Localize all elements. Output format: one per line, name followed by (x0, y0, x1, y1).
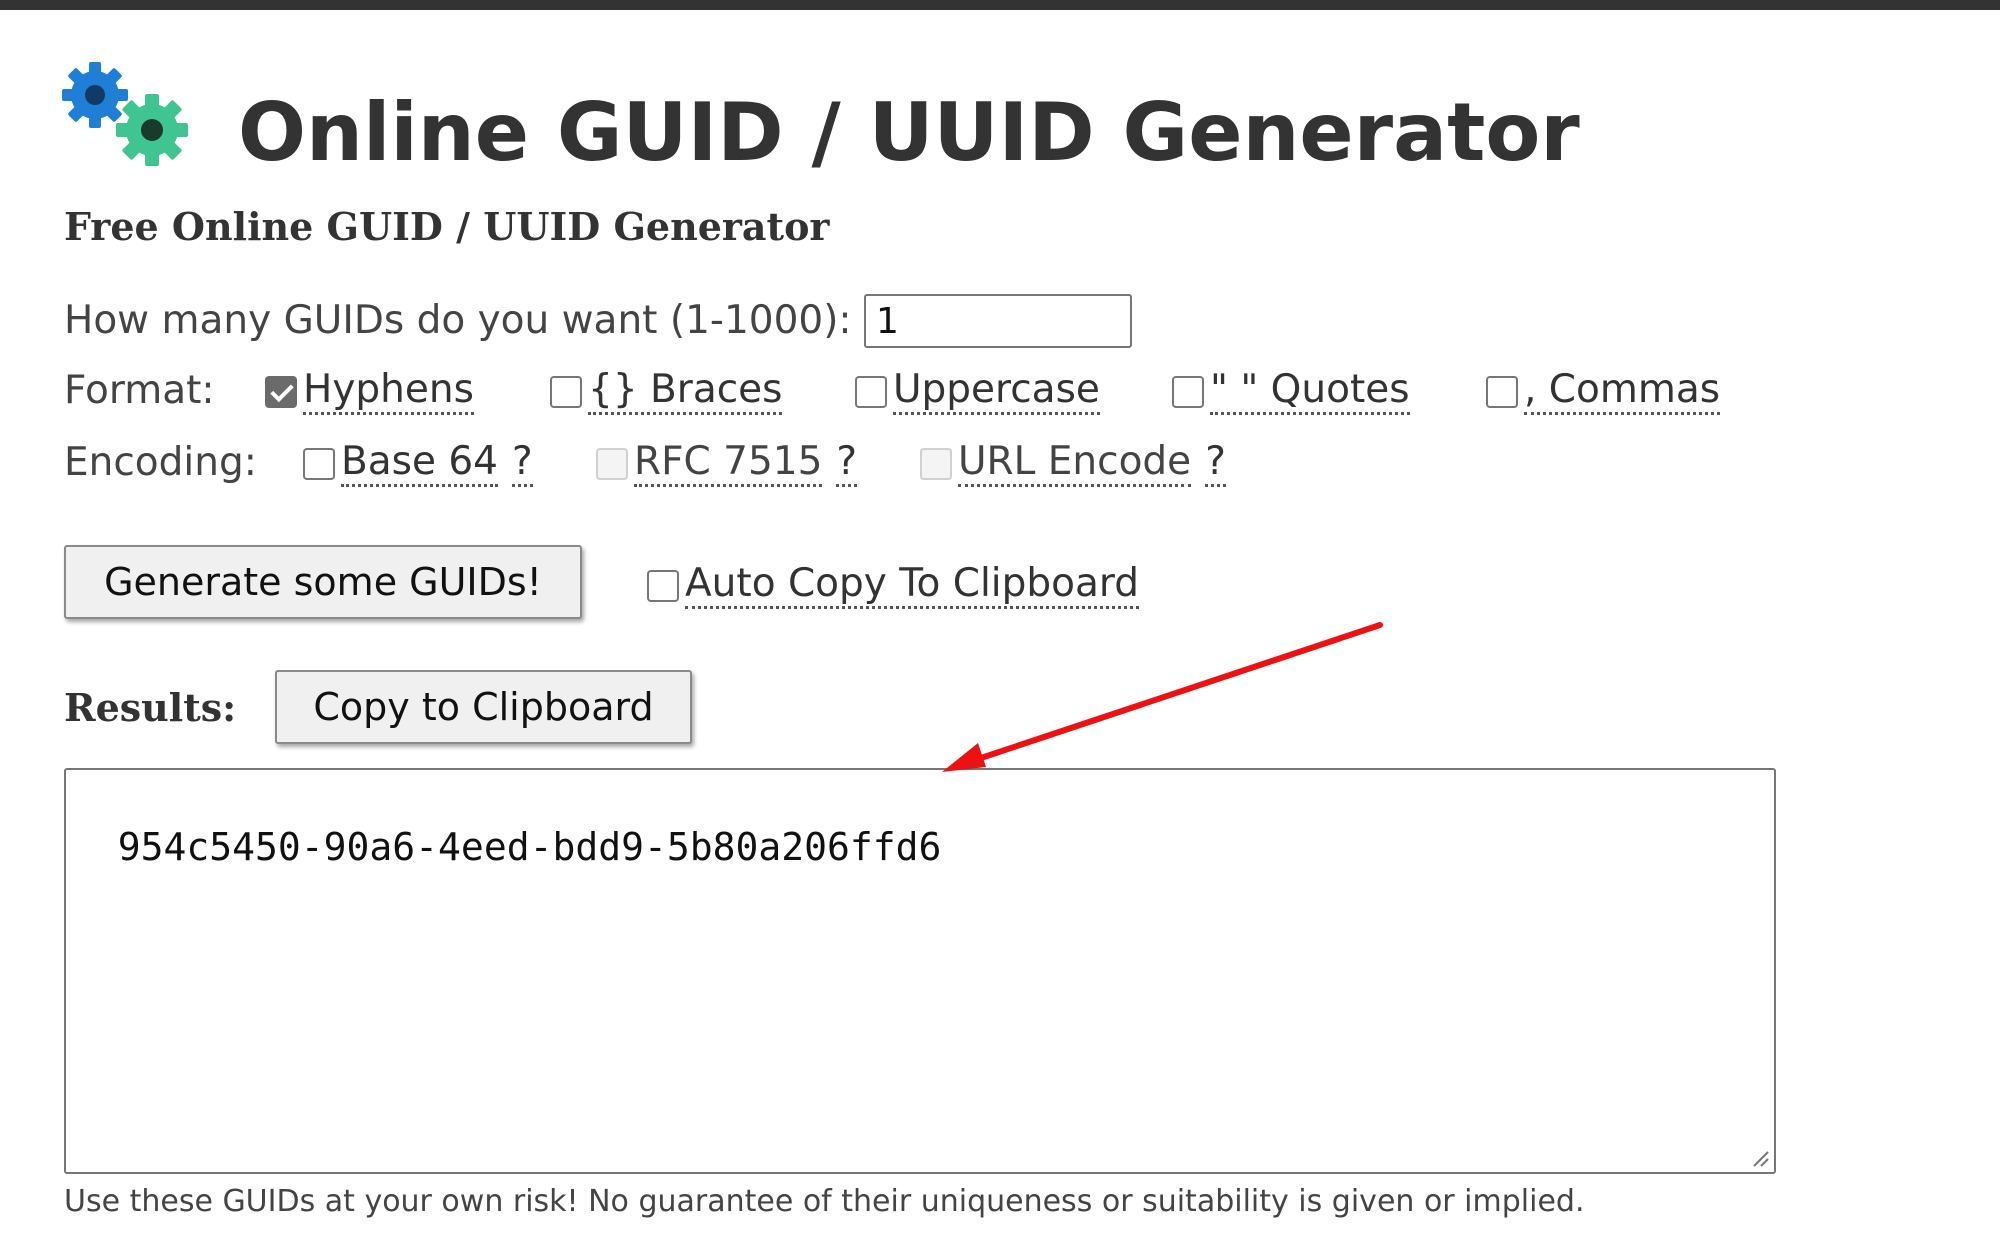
generate-guids-button[interactable]: Generate some GUIDs! (64, 545, 582, 619)
braces-label[interactable]: {} Braces (588, 368, 783, 415)
encoding-label: Encoding: (64, 440, 257, 485)
gears-icon (62, 62, 188, 166)
braces-checkbox[interactable] (550, 375, 582, 408)
page-title: Online GUID / UUID Generator (238, 86, 1580, 179)
encoding-option-rfc7515[interactable]: RFC 7515 ? (596, 440, 858, 487)
format-label: Format: (64, 368, 215, 413)
format-option-hyphens[interactable]: Hyphens (265, 368, 474, 415)
format-option-quotes[interactable]: " " Quotes (1172, 368, 1410, 415)
top-bar (0, 0, 2000, 10)
format-option-braces[interactable]: {} Braces (550, 368, 783, 415)
base64-help-link[interactable]: ? (512, 440, 533, 487)
base64-label[interactable]: Base 64 (341, 440, 498, 487)
disclaimer-text: Use these GUIDs at your own risk! No gua… (64, 1184, 1585, 1219)
encoding-option-base64[interactable]: Base 64 ? (303, 440, 533, 487)
hyphens-checkbox[interactable] (265, 375, 297, 408)
auto-copy-checkbox[interactable] (647, 569, 679, 602)
format-option-uppercase[interactable]: Uppercase (855, 368, 1100, 415)
results-textarea[interactable]: 954c5450-90a6-4eed-bdd9-5b80a206ffd6 (64, 768, 1776, 1174)
url-encode-help-link[interactable]: ? (1205, 440, 1226, 487)
quotes-label[interactable]: " " Quotes (1210, 368, 1410, 415)
rfc7515-label[interactable]: RFC 7515 (634, 440, 823, 487)
resize-grip-icon[interactable] (1750, 1148, 1770, 1168)
url-encode-checkbox (920, 447, 952, 480)
count-label: How many GUIDs do you want (1-1000): (64, 298, 852, 343)
uppercase-checkbox[interactable] (855, 375, 887, 408)
commas-label[interactable]: , Commas (1524, 368, 1721, 415)
uppercase-label[interactable]: Uppercase (893, 368, 1100, 415)
rfc7515-help-link[interactable]: ? (836, 440, 858, 487)
format-option-commas[interactable]: , Commas (1486, 368, 1721, 415)
rfc7515-checkbox (596, 447, 628, 480)
annotation-arrow-icon (942, 622, 1383, 772)
guid-count-input[interactable] (864, 294, 1132, 348)
auto-copy-label[interactable]: Auto Copy To Clipboard (685, 562, 1140, 609)
quotes-checkbox[interactable] (1172, 375, 1204, 408)
page-subtitle: Free Online GUID / UUID Generator (64, 204, 830, 249)
generated-guid[interactable]: 954c5450-90a6-4eed-bdd9-5b80a206ffd6 (118, 825, 942, 869)
hyphens-label[interactable]: Hyphens (303, 368, 474, 415)
auto-copy-option[interactable]: Auto Copy To Clipboard (647, 562, 1140, 609)
url-encode-label[interactable]: URL Encode (958, 440, 1192, 487)
base64-checkbox[interactable] (303, 447, 335, 480)
results-label: Results: (64, 685, 237, 730)
copy-to-clipboard-button[interactable]: Copy to Clipboard (275, 670, 692, 744)
commas-checkbox[interactable] (1486, 375, 1518, 408)
encoding-option-url-encode[interactable]: URL Encode ? (920, 440, 1226, 487)
